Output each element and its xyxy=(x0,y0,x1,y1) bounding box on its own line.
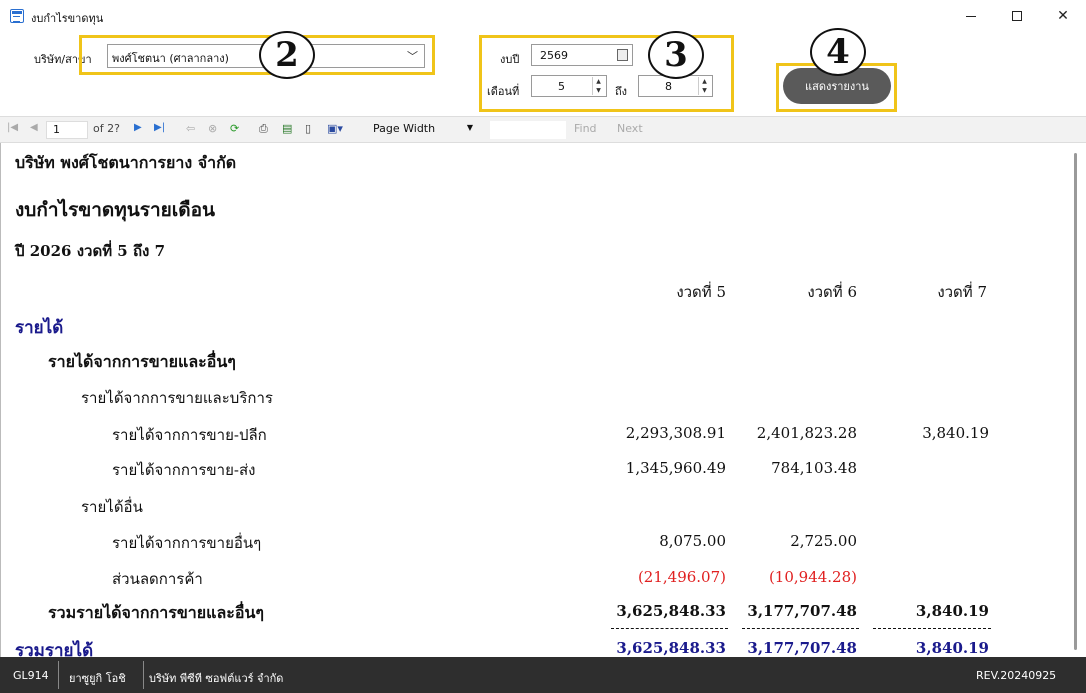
total-sales-other-label: รวมรายได้จากการขายและอื่นๆ xyxy=(48,603,264,622)
month-label: เดือนที่ xyxy=(487,85,520,98)
section-revenue: รายได้ xyxy=(15,318,64,338)
next-link[interactable]: Next xyxy=(617,122,643,135)
vertical-scrollbar[interactable] xyxy=(1074,153,1077,650)
column-header: งวดที่ 7 xyxy=(937,283,987,301)
report-period: ปี 2026 งวดที่ 5 ถึง 7 xyxy=(15,242,166,260)
report-toolbar: |◀ ◀ 1 of 2? ▶ ▶| ⇦ ⊗ ⟳ ⎙ ▤ ▯ ▣▾ Page Wi… xyxy=(0,116,1086,143)
close-icon: ✕ xyxy=(1057,8,1069,24)
month-from-value: 5 xyxy=(558,80,565,93)
total-revenue-label: รวมรายได้ xyxy=(15,641,94,657)
status-user: ยาซูยูกิ โอชิ xyxy=(69,672,126,685)
prev-page-icon[interactable]: ◀ xyxy=(30,122,38,133)
report-company: บริษัท พงศ์โชตนาการยาง จำกัด xyxy=(15,153,237,172)
status-divider xyxy=(143,661,144,689)
first-page-icon[interactable]: |◀ xyxy=(7,122,18,133)
total-value: 3,840.19 xyxy=(915,602,989,620)
group-sales-other: รายได้จากการขายและอื่นๆ xyxy=(48,352,236,371)
row-value: 3,840.19 xyxy=(922,424,989,442)
maximize-icon xyxy=(1012,11,1022,21)
minimize-button[interactable] xyxy=(948,0,994,32)
chevron-down-icon: ﹀ xyxy=(407,50,418,63)
company-value: พงศ์โชตนา (ศาลากลาง) xyxy=(112,52,229,65)
row-label: รายได้จากการขายอื่นๆ xyxy=(112,534,262,552)
to-label: ถึง xyxy=(615,85,628,98)
refresh-icon[interactable]: ⟳ xyxy=(230,122,239,135)
year-field[interactable]: 2569 xyxy=(531,44,633,66)
status-divider xyxy=(58,661,59,689)
status-version: REV.20240925 xyxy=(976,669,1057,682)
table-icon xyxy=(10,9,24,23)
window-title: งบกำไรขาดทุน xyxy=(31,12,104,25)
back-icon[interactable]: ⇦ xyxy=(186,122,195,135)
subgroup-other: รายได้อื่น xyxy=(81,498,143,516)
spin-icon[interactable]: ▲ ▼ xyxy=(592,77,604,95)
zoom-select[interactable]: Page Width ▼ xyxy=(367,121,479,139)
last-page-icon[interactable]: ▶| xyxy=(154,122,165,133)
print-icon[interactable]: ⎙ xyxy=(259,122,268,136)
row-label: ส่วนลดการค้า xyxy=(112,570,203,588)
zoom-value: Page Width xyxy=(373,122,436,135)
callout-2: 2 xyxy=(259,31,315,79)
page-setup-icon[interactable]: ▤ xyxy=(282,122,292,135)
month-from-stepper[interactable]: 5 ▲ ▼ xyxy=(531,75,607,97)
row-value: 784,103.48 xyxy=(771,459,857,477)
page-of-label: of 2? xyxy=(93,122,120,135)
underline xyxy=(742,628,859,629)
find-link[interactable]: Find xyxy=(574,122,597,135)
year-value: 2569 xyxy=(540,49,568,62)
spin-icon[interactable]: ▲ ▼ xyxy=(698,77,710,95)
minimize-icon xyxy=(966,15,976,17)
underline xyxy=(611,628,728,629)
dropdown-icon: ▼ xyxy=(466,123,473,132)
subgroup-sales-service: รายได้จากการขายและบริการ xyxy=(81,389,273,407)
row-value: (10,944.28) xyxy=(768,568,857,586)
find-input[interactable] xyxy=(490,121,566,139)
callout-4: 4 xyxy=(810,28,866,76)
stop-icon[interactable]: ⊗ xyxy=(208,122,217,135)
status-code: GL914 xyxy=(13,669,49,682)
row-value: 2,725.00 xyxy=(790,532,857,550)
page-number-input[interactable]: 1 xyxy=(46,121,88,139)
report-title: งบกำไรขาดทุนรายเดือน xyxy=(15,199,216,221)
underline xyxy=(873,628,991,629)
status-bar: GL914 ยาซูยูกิ โอชิ บริษัท พีซีที ซอฟต์แ… xyxy=(0,657,1086,693)
layout-icon[interactable]: ▯ xyxy=(305,122,311,135)
export-icon[interactable]: ▣▾ xyxy=(327,122,343,135)
month-to-value: 8 xyxy=(665,80,672,93)
report-view: บริษัท พงศ์โชตนาการยาง จำกัด งบกำไรขาดทุ… xyxy=(0,143,1086,657)
calendar-icon[interactable] xyxy=(617,49,628,61)
callout-3: 3 xyxy=(648,31,704,79)
maximize-button[interactable] xyxy=(994,0,1040,32)
title-bar: งบกำไรขาดทุน ✕ xyxy=(0,0,1086,32)
total-value: 3,840.19 xyxy=(915,639,989,657)
year-label: งบปี xyxy=(500,53,520,66)
status-company: บริษัท พีซีที ซอฟต์แวร์ จำกัด xyxy=(149,672,284,685)
close-button[interactable]: ✕ xyxy=(1040,0,1086,32)
next-page-icon[interactable]: ▶ xyxy=(134,122,142,133)
row-label: รายได้จากการขาย-ส่ง xyxy=(112,461,256,479)
row-label: รายได้จากการขาย-ปลีก xyxy=(112,426,267,444)
